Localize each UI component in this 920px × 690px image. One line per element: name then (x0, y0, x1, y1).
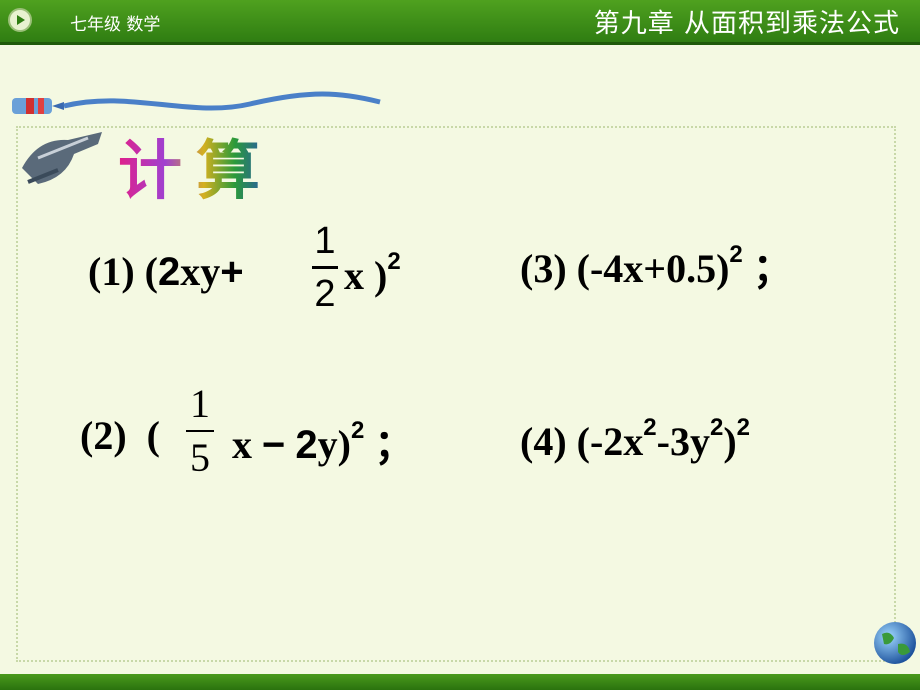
problem-4-expr-b: -3y (656, 419, 710, 464)
problem-3-label: (3) (520, 246, 567, 291)
header-bar: 七年级 数学 第九章 从面积到乘法公式 (0, 0, 920, 45)
chapter-title: 第九章 从面积到乘法公式 (593, 9, 900, 39)
problem-1-term: xy (180, 249, 221, 294)
problem-1-plus: + (220, 250, 244, 294)
grade-label: 七年级 数学 (70, 15, 161, 35)
problem-2-end: ； (374, 422, 415, 467)
problem-2-frac-num: 1 (190, 381, 210, 426)
problem-2-fraction: 1 5 (186, 384, 214, 478)
writing-hand-icon (22, 132, 102, 184)
problem-4-label: (4) (520, 419, 567, 464)
problem-2-label: (2) (80, 413, 127, 458)
problem-2-tail: x − 2y)2 ； (232, 412, 414, 470)
footer-bar (0, 674, 920, 690)
problem-1-label: (1) (88, 249, 135, 294)
problem-1-tail: x )2 (344, 248, 401, 299)
problem-2-term: y) (317, 422, 351, 467)
problem-2-frac-den: 5 (190, 435, 210, 480)
globe-icon[interactable] (872, 620, 918, 666)
problem-4-exp-c: 2 (736, 414, 751, 441)
play-button[interactable] (8, 8, 32, 32)
problem-2-minus: − (262, 423, 286, 467)
problem-4-expr-c: ) (723, 419, 737, 464)
problem-4-exp-a: 2 (643, 414, 657, 441)
problem-3-end: ； (752, 246, 793, 291)
problem-1: (1) (2xy+ (88, 248, 244, 295)
fraction-bar (312, 266, 338, 269)
problem-1-frac-num: 1 (314, 220, 336, 262)
problem-3: (3) (-4x+0.5)2 ； (520, 236, 793, 294)
problem-4: (4) (-2x2-3y2)2 (520, 414, 750, 465)
problem-1-exp: 2 (387, 248, 401, 275)
problem-1-frac-den: 2 (314, 273, 336, 315)
problem-1-open: ( (144, 249, 158, 294)
problem-1-var: x (344, 253, 364, 298)
pen-icon (12, 91, 381, 114)
problem-4-expr-a: (-2x (576, 419, 644, 464)
problem-3-expr: (-4x+0.5) (576, 246, 730, 291)
problem-2-coef: 2 (295, 423, 318, 467)
problem-1-close: ) (374, 253, 388, 298)
problem-3-exp: 2 (729, 241, 743, 268)
problem-4-exp-b: 2 (709, 414, 724, 441)
play-icon (17, 15, 25, 25)
problem-2: (2) ( (80, 412, 160, 459)
problem-2-open: ( (146, 413, 160, 458)
problem-2-var: x (232, 422, 252, 467)
problem-1-fraction: 1 2 (312, 222, 338, 313)
problem-2-exp: 2 (350, 417, 365, 444)
problem-1-coef: 2 (157, 250, 181, 294)
fraction-bar (186, 430, 214, 432)
calc-heading: 计算 (118, 120, 274, 212)
